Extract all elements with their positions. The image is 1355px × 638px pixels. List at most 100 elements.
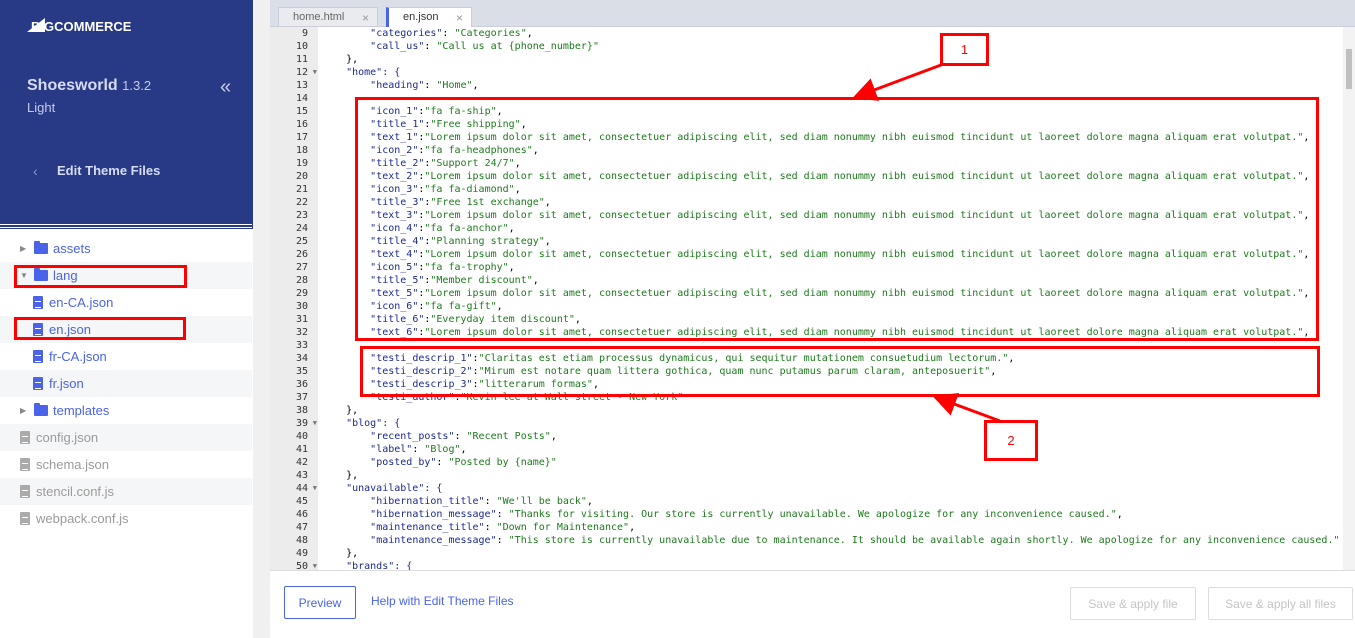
line-number: 14: [270, 92, 318, 105]
code-line: "hibernation_title": "We'll be back",: [370, 496, 593, 507]
line-number: 18: [270, 144, 318, 157]
line-number: 17: [270, 131, 318, 144]
tree-item-templates[interactable]: ▶ templates: [0, 397, 252, 424]
help-link[interactable]: Help with Edit Theme Files: [371, 594, 514, 608]
line-number-text: 19: [295, 158, 308, 169]
tree-item-assets[interactable]: ▶ assets: [0, 235, 252, 262]
fold-arrow-icon[interactable]: ▼: [313, 417, 317, 430]
tree-item-label: lang: [53, 268, 78, 283]
code-line: "text_6":"Lorem ipsum dolor sit amet, co…: [370, 327, 1310, 338]
line-number: 20: [270, 170, 318, 183]
line-number-text: 38: [295, 405, 308, 416]
theme-variant: Light: [27, 100, 56, 115]
tab-en-json[interactable]: en.json ×: [386, 7, 472, 27]
tree-item-en-json[interactable]: en.json: [0, 316, 252, 343]
save-apply-all-button[interactable]: Save & apply all files: [1208, 587, 1353, 620]
line-number-text: 12: [295, 67, 308, 78]
line-number-text: 36: [295, 379, 308, 390]
line-number-text: 20: [295, 171, 308, 182]
tree-item-lang[interactable]: ▼ lang: [0, 262, 252, 289]
fold-arrow-icon[interactable]: ▼: [313, 66, 317, 79]
line-number-text: 49: [295, 548, 308, 559]
code-line: },: [322, 548, 359, 559]
line-number: 48: [270, 534, 318, 547]
tree-item-en-ca-json[interactable]: en-CA.json: [0, 289, 252, 316]
line-number: 40: [270, 430, 318, 443]
scrollbar-thumb[interactable]: [1346, 49, 1352, 89]
line-number-text: 32: [295, 327, 308, 338]
line-number: 43: [270, 469, 318, 482]
editor-scrollbar[interactable]: [1343, 27, 1355, 570]
file-tree: ▶ assets ▼ lang en-CA.json en.json fr-CA.json f…: [0, 235, 252, 532]
tab-home-html[interactable]: home.html ×: [278, 7, 378, 27]
code-line: "icon_6":"fa fa-gift",: [370, 301, 503, 312]
annotation-label-1: 1: [940, 33, 989, 66]
caret-right-icon[interactable]: ▶: [20, 244, 30, 253]
code-line: "call_us": "Call us at {phone_number}": [370, 41, 599, 52]
line-number: 24: [270, 222, 318, 235]
tree-item-label: en-CA.json: [49, 295, 114, 310]
tree-item-label: stencil.conf.js: [36, 484, 115, 499]
folder-icon: [34, 268, 48, 281]
code-line: },: [322, 405, 359, 416]
code-line: "unavailable": {: [322, 483, 443, 494]
tree-item-config-json[interactable]: config.json: [0, 424, 252, 451]
line-number-text: 44: [295, 483, 308, 494]
fold-arrow-icon[interactable]: ▼: [313, 560, 317, 570]
code-line: "title_6":"Everyday item discount",: [370, 314, 581, 325]
code-line: "posted_by": "Posted by {name}": [370, 457, 557, 468]
line-number: 31: [270, 313, 318, 326]
file-icon: [33, 323, 43, 336]
back-chevron-icon[interactable]: ‹: [33, 163, 38, 179]
code-line: "text_1":"Lorem ipsum dolor sit amet, co…: [370, 132, 1310, 143]
line-number: 33: [270, 339, 318, 352]
preview-button[interactable]: Preview: [284, 586, 356, 619]
code-line: "title_1":"Free shipping",: [370, 119, 527, 130]
line-number-text: 24: [295, 223, 308, 234]
tree-item-webpack-conf-js[interactable]: webpack.conf.js: [0, 505, 252, 532]
tree-item-label: fr.json: [49, 376, 84, 391]
save-apply-file-button[interactable]: Save & apply file: [1070, 587, 1196, 620]
line-number: 12 ▼: [270, 66, 318, 79]
sidebar: BIGCOMMERCE Shoesworld 1.3.2 Light « ‹ E…: [0, 0, 253, 638]
code-line: "title_4":"Planning strategy",: [370, 236, 551, 247]
line-number: 16: [270, 118, 318, 131]
code-line: "blog": {: [322, 418, 401, 429]
line-number-text: 15: [295, 106, 308, 117]
tree-item-stencil-conf-js[interactable]: stencil.conf.js: [0, 478, 252, 505]
tree-item-label: en.json: [49, 322, 91, 337]
caret-right-icon[interactable]: ▶: [20, 406, 30, 415]
code-line: "icon_2":"fa fa-headphones",: [370, 145, 539, 156]
close-tab-icon[interactable]: ×: [456, 11, 463, 25]
line-number: 29: [270, 287, 318, 300]
line-number-text: 25: [295, 236, 308, 247]
file-icon: [20, 458, 30, 471]
line-number: 19: [270, 157, 318, 170]
caret-down-icon[interactable]: ▼: [20, 271, 30, 280]
sidebar-scrollbar[interactable]: [253, 0, 270, 638]
line-number-text: 23: [295, 210, 308, 221]
line-number: 11: [270, 53, 318, 66]
code-line: "title_5":"Member discount",: [370, 275, 539, 286]
code-line: "maintenance_message": "This store is cu…: [370, 535, 1340, 546]
tree-item-schema-json[interactable]: schema.json: [0, 451, 252, 478]
line-number-text: 47: [295, 522, 308, 533]
tree-item-fr-json[interactable]: fr.json: [0, 370, 252, 397]
tree-item-label: assets: [53, 241, 91, 256]
line-number-text: 29: [295, 288, 308, 299]
line-number-text: 28: [295, 275, 308, 286]
fold-arrow-icon[interactable]: ▼: [313, 482, 317, 495]
line-number: 27: [270, 261, 318, 274]
line-number: 41: [270, 443, 318, 456]
line-number-text: 34: [295, 353, 308, 364]
tree-item-fr-ca-json[interactable]: fr-CA.json: [0, 343, 252, 370]
close-tab-icon[interactable]: ×: [362, 11, 369, 25]
line-number-gutter: 9 10 11 12 ▼ 13 14 15 16 17 18 19 20 21 22 23 24 25 26 27 28…: [270, 27, 318, 570]
code-line: "icon_5":"fa fa-trophy",: [370, 262, 515, 273]
code-editor[interactable]: "categories": "Categories", "call_us": "…: [318, 27, 1343, 570]
collapse-sidebar-icon[interactable]: «: [220, 76, 231, 99]
code-line: "testi_descrip_2":"Mirum est notare quam…: [370, 366, 997, 377]
code-line: "brands": {: [322, 561, 413, 570]
